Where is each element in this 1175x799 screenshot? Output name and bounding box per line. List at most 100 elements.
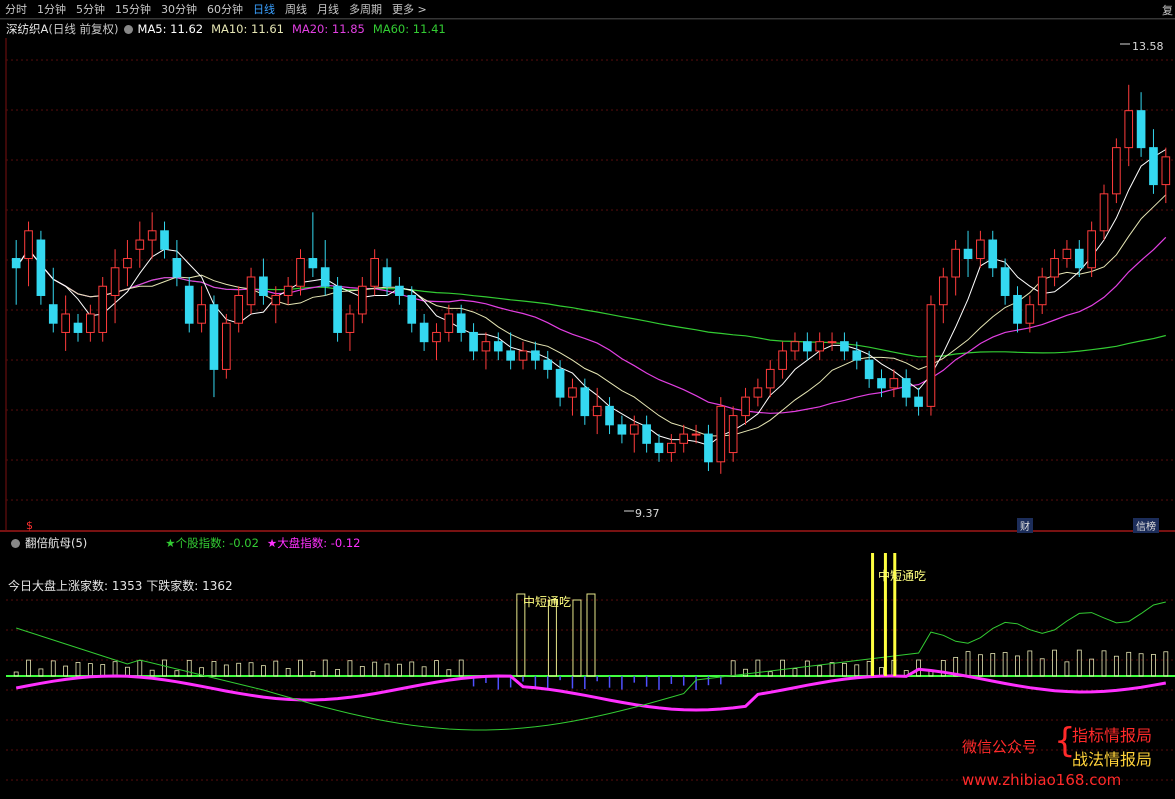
low-price-label: 9.37 bbox=[635, 507, 660, 520]
candle-body bbox=[877, 378, 886, 389]
indicator-bar bbox=[384, 663, 390, 677]
candle-body bbox=[1037, 276, 1047, 306]
signal-solid-bar bbox=[871, 553, 875, 676]
candle-body bbox=[827, 341, 837, 344]
dividend-marker[interactable]: $ bbox=[26, 519, 33, 532]
finance-badge[interactable]: 财 bbox=[1017, 518, 1033, 533]
candle-body bbox=[246, 276, 256, 306]
indicator-bar bbox=[75, 662, 81, 677]
candle-body bbox=[815, 341, 825, 352]
candle-body bbox=[469, 331, 478, 352]
indicator-green-line bbox=[16, 601, 1166, 731]
candle-body bbox=[382, 267, 392, 287]
candle-body bbox=[160, 230, 169, 250]
market-index-label: ★大盘指数: -0.12 bbox=[266, 536, 361, 550]
candle-body bbox=[1149, 147, 1158, 186]
candle-body bbox=[642, 424, 651, 444]
candle-body bbox=[86, 313, 95, 333]
candle-body bbox=[728, 415, 738, 454]
indicator-bar bbox=[223, 664, 229, 677]
indicator-bar bbox=[273, 660, 279, 677]
indicator-bar bbox=[112, 661, 118, 677]
candle-body bbox=[11, 258, 21, 269]
indicator-bar bbox=[755, 659, 761, 677]
signal-outline-bar bbox=[547, 599, 557, 677]
candle-body bbox=[1087, 230, 1096, 269]
candle-body bbox=[308, 258, 318, 269]
candle-body bbox=[357, 285, 367, 315]
signal-outline-bar bbox=[572, 599, 582, 677]
candle-body bbox=[518, 350, 528, 361]
indicator-bar bbox=[322, 659, 328, 677]
candle-body bbox=[147, 230, 157, 241]
candle-body bbox=[580, 387, 590, 417]
candle-body bbox=[1161, 156, 1171, 186]
candle-body bbox=[765, 368, 775, 389]
indicator-bar bbox=[1113, 655, 1119, 677]
indicator-bar bbox=[421, 666, 427, 677]
candle-body bbox=[184, 285, 194, 324]
indicator-bar bbox=[1076, 649, 1082, 677]
indicator-bar bbox=[100, 664, 106, 677]
signal-label-1: 中短通吃 bbox=[523, 594, 571, 609]
indicator-name: 翻倍航母(5) bbox=[25, 536, 88, 550]
candle-body bbox=[654, 442, 664, 454]
candle-body bbox=[73, 322, 83, 333]
indicator-bar bbox=[804, 660, 810, 677]
indicator-bar bbox=[298, 659, 303, 677]
indicator-bar bbox=[854, 664, 860, 677]
indicator-bar bbox=[743, 668, 748, 677]
indicator-settings-dot-icon[interactable] bbox=[11, 538, 20, 548]
candle-body bbox=[1062, 248, 1072, 260]
watermark-left: 微信公众号 bbox=[962, 738, 1038, 756]
candle-body bbox=[790, 341, 800, 352]
candle-body bbox=[592, 405, 602, 417]
indicator-bar bbox=[780, 659, 786, 677]
indicator-bar bbox=[1151, 654, 1156, 677]
indicator-bar bbox=[1064, 661, 1070, 677]
indicator-bar bbox=[285, 668, 291, 677]
candle-body bbox=[333, 285, 342, 333]
candle-body bbox=[988, 239, 998, 269]
candle-body bbox=[1112, 147, 1121, 195]
indicator-bar bbox=[1027, 650, 1033, 677]
candle-body bbox=[1124, 110, 1134, 149]
info-rank-badge[interactable]: 信榜 bbox=[1133, 518, 1159, 533]
candle-body bbox=[629, 424, 639, 435]
candle-body bbox=[1050, 258, 1059, 278]
candle-body bbox=[976, 239, 985, 260]
candle-body bbox=[901, 378, 911, 398]
candle-body bbox=[493, 341, 503, 352]
candle-body bbox=[617, 424, 627, 435]
indicator-bar bbox=[26, 659, 31, 677]
candle-body bbox=[48, 304, 58, 324]
indicator-bar bbox=[1015, 655, 1020, 677]
indicator-bar bbox=[87, 663, 93, 677]
indicator-bar bbox=[1052, 649, 1057, 677]
candle-body bbox=[840, 341, 849, 352]
candle-body bbox=[432, 331, 441, 343]
indicator-bar bbox=[38, 668, 44, 677]
indicator-bar bbox=[977, 654, 983, 677]
candle-body bbox=[914, 396, 923, 407]
indicator-bar bbox=[261, 665, 266, 677]
candle-body bbox=[1013, 294, 1022, 324]
indicator-bar bbox=[372, 661, 378, 677]
candle-body bbox=[1025, 304, 1035, 324]
candle-body bbox=[963, 248, 973, 260]
indicator-bar bbox=[730, 660, 736, 677]
indicator-bar bbox=[965, 651, 971, 677]
candle-body bbox=[370, 258, 380, 287]
candle-body bbox=[778, 350, 787, 370]
candle-body bbox=[110, 267, 120, 296]
indicator-bar bbox=[792, 668, 798, 677]
indicator-bar bbox=[1039, 658, 1045, 677]
chart-canvas: 中短通吃中短通吃 bbox=[0, 18, 1175, 781]
indicator-bar bbox=[125, 666, 130, 677]
indicator-bar bbox=[1101, 650, 1107, 677]
candle-body bbox=[395, 285, 404, 296]
indicator-bar bbox=[63, 665, 69, 677]
candle-body bbox=[889, 378, 899, 389]
indicator-bar bbox=[162, 659, 167, 677]
indicator-bar bbox=[990, 653, 996, 677]
